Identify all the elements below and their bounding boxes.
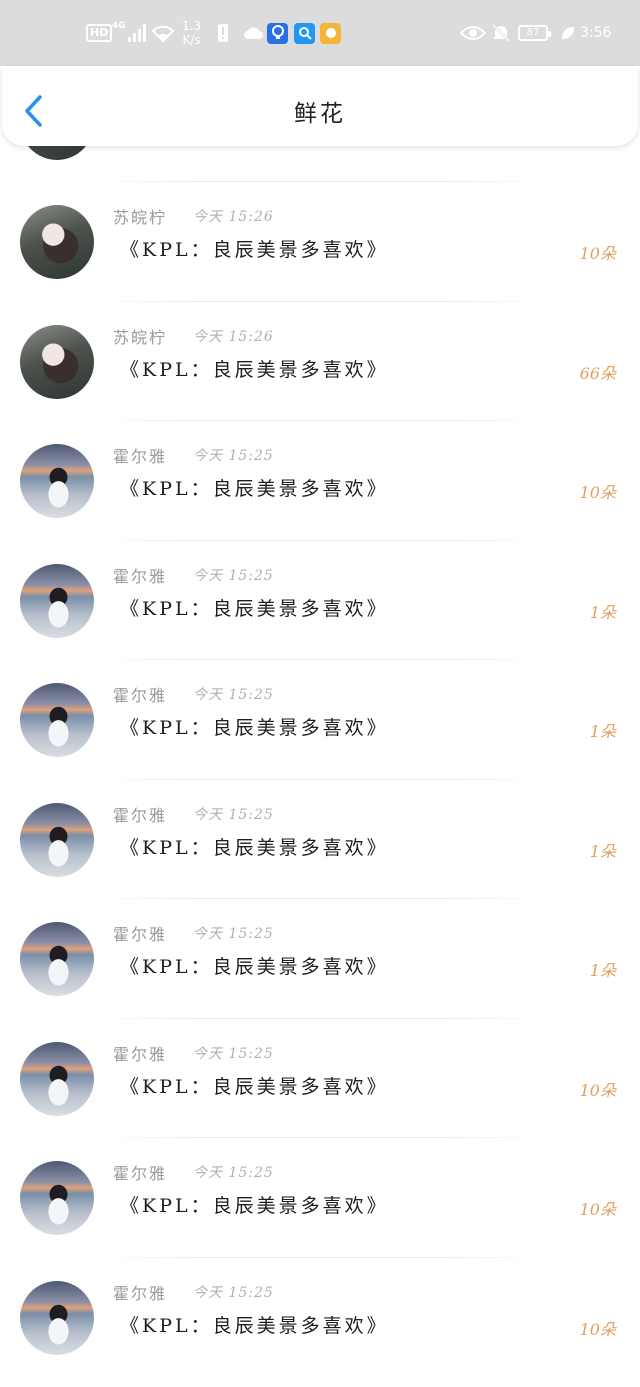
- sender-name: 霍尔雅: [113, 806, 168, 825]
- cup-app-icon: [320, 0, 341, 66]
- flower-count: 66朵: [579, 364, 616, 383]
- message-text: 《KPL：良辰美景多喜欢》: [120, 359, 389, 381]
- flower-count: 10朵: [579, 483, 616, 502]
- avatar[interactable]: [20, 444, 94, 518]
- lightbulb-app-icon: [267, 0, 288, 66]
- signal-icon: 4G: [112, 0, 146, 66]
- divider: [100, 301, 540, 302]
- send-time: 今天 15:25: [193, 1046, 274, 1062]
- avatar[interactable]: [20, 683, 94, 757]
- send-time: 今天 15:26: [193, 329, 274, 345]
- alert-icon: [217, 0, 229, 66]
- list-item[interactable]: 霍尔雅 今天 15:25 《KPL：良辰美景多喜欢》 1朵: [0, 540, 640, 660]
- divider: [100, 779, 540, 780]
- divider: [100, 181, 540, 182]
- flower-count: 10朵: [579, 244, 616, 263]
- divider: [100, 1018, 540, 1019]
- list-item[interactable]: 霍尔雅 今天 15:25 《KPL：良辰美景多喜欢》 1朵: [0, 659, 640, 779]
- sender-name: 霍尔雅: [113, 1164, 168, 1183]
- message-text: 《KPL：良辰美景多喜欢》: [120, 1076, 389, 1098]
- send-time: 今天 15:25: [193, 448, 274, 464]
- eye-comfort-icon: [460, 0, 486, 66]
- sender-name: 霍尔雅: [113, 567, 168, 586]
- list-item[interactable]: 霍尔雅 今天 15:25 《KPL：良辰美景多喜欢》 1朵: [0, 779, 640, 899]
- message-text: 《KPL：良辰美景多喜欢》: [120, 717, 389, 739]
- list-item[interactable]: 霍尔雅 今天 15:25 《KPL：良辰美景多喜欢》 1朵: [0, 898, 640, 1018]
- list-item[interactable]: 苏皖柠 今天 15:26 《KPL：良辰美景多喜欢》 10朵: [0, 181, 640, 301]
- message-text: 《KPL：良辰美景多喜欢》: [120, 1195, 389, 1217]
- net-speed: 1.3 K/s: [182, 0, 201, 66]
- sender-name: 霍尔雅: [113, 686, 168, 705]
- avatar[interactable]: [20, 1161, 94, 1235]
- flower-count: 10朵: [579, 1320, 616, 1339]
- send-time: 今天 15:25: [193, 1165, 274, 1181]
- divider: [100, 659, 540, 660]
- avatar[interactable]: [20, 325, 94, 399]
- send-time: 今天 15:25: [193, 926, 274, 942]
- message-text: 《KPL：良辰美景多喜欢》: [120, 1315, 389, 1337]
- battery-icon: 87: [518, 0, 551, 66]
- flower-count: 10朵: [579, 1081, 616, 1100]
- divider: [100, 1257, 540, 1258]
- divider: [100, 898, 540, 899]
- net-speed-unit: K/s: [182, 33, 201, 47]
- list-item[interactable]: 苏皖柠 今天 15:26 《KPL：良辰美景多喜欢》 66朵: [0, 301, 640, 421]
- avatar[interactable]: [20, 564, 94, 638]
- list-item[interactable]: 霍尔雅 今天 15:25 《KPL：良辰美景多喜欢》 10朵: [0, 1018, 640, 1138]
- wifi-icon: [151, 0, 175, 66]
- divider: [100, 1137, 540, 1138]
- sender-name: 霍尔雅: [113, 1284, 168, 1303]
- avatar[interactable]: [20, 205, 94, 279]
- flower-count: 1朵: [589, 603, 616, 622]
- status-bar: HD 4G 1.3 K/s 87 3:56: [0, 0, 640, 66]
- send-time: 今天 15:25: [193, 807, 274, 823]
- avatar[interactable]: [20, 1042, 94, 1116]
- divider: [100, 420, 540, 421]
- message-text: 《KPL：良辰美景多喜欢》: [120, 956, 389, 978]
- cloud-icon: [243, 0, 263, 66]
- page-title: 鲜花: [294, 101, 346, 127]
- title-bar: 鲜花: [2, 66, 638, 146]
- sender-name: 霍尔雅: [113, 925, 168, 944]
- leaf-icon: [560, 0, 576, 66]
- clock: 3:56: [580, 25, 612, 41]
- send-time: 今天 15:25: [193, 1285, 274, 1301]
- battery-level: 87: [518, 25, 551, 41]
- flower-count: 1朵: [589, 842, 616, 861]
- flower-count: 10朵: [579, 1200, 616, 1219]
- sender-name: 霍尔雅: [113, 447, 168, 466]
- search-app-icon: [294, 0, 315, 66]
- message-text: 《KPL：良辰美景多喜欢》: [120, 837, 389, 859]
- send-time: 今天 15:25: [193, 568, 274, 584]
- sender-name: 苏皖柠: [113, 208, 168, 227]
- mute-bell-icon: [491, 0, 511, 66]
- flower-count: 1朵: [589, 961, 616, 980]
- hd-label: HD: [86, 24, 113, 42]
- message-text: 《KPL：良辰美景多喜欢》: [120, 598, 389, 620]
- send-time: 今天 15:26: [193, 209, 274, 225]
- flower-count: 1朵: [589, 722, 616, 741]
- avatar[interactable]: [20, 803, 94, 877]
- message-text: 《KPL：良辰美景多喜欢》: [120, 239, 389, 261]
- avatar[interactable]: [20, 922, 94, 996]
- sender-name: 霍尔雅: [113, 1045, 168, 1064]
- list-item[interactable]: 霍尔雅 今天 15:25 《KPL：良辰美景多喜欢》 10朵: [0, 1137, 640, 1257]
- hd-voice-icon: HD: [86, 0, 113, 66]
- net-speed-value: 1.3: [182, 19, 202, 33]
- send-time: 今天 15:25: [193, 687, 274, 703]
- divider: [100, 540, 540, 541]
- avatar[interactable]: [20, 1281, 94, 1355]
- list-item[interactable]: 霍尔雅 今天 15:25 《KPL：良辰美景多喜欢》 10朵: [0, 1257, 640, 1377]
- list-item[interactable]: 霍尔雅 今天 15:25 《KPL：良辰美景多喜欢》 10朵: [0, 420, 640, 540]
- sender-name: 苏皖柠: [113, 328, 168, 347]
- network-type: 4G: [112, 21, 126, 31]
- message-text: 《KPL：良辰美景多喜欢》: [120, 478, 389, 500]
